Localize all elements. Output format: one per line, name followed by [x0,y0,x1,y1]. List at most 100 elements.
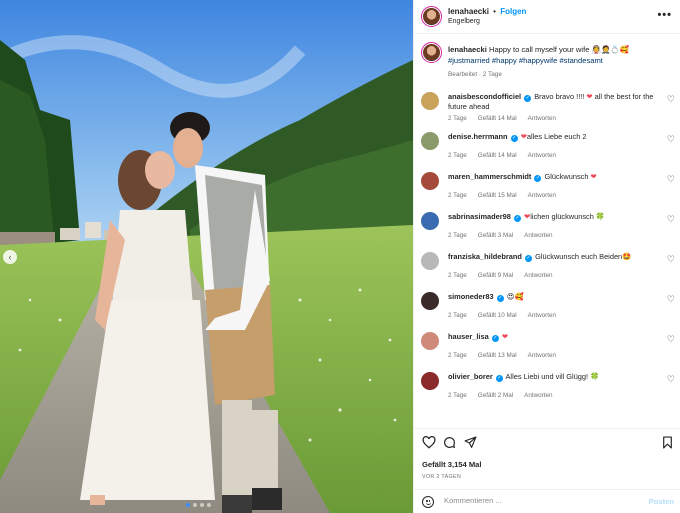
comment-like-count[interactable]: Gefällt 13 Mal [478,352,517,359]
paper-plane-icon[interactable] [464,436,477,449]
comment-body-rest: lichen glückwunsch 🍀 [530,212,606,221]
reply-button[interactable]: Antworten [524,272,552,279]
comment-age: 2 Tage [448,312,467,319]
comment-icon[interactable] [443,436,456,449]
post-location[interactable]: Engelberg [448,18,480,25]
reply-button[interactable]: Antworten [528,352,556,359]
comment-body: Glückwunsch [544,172,591,181]
comment-like-count[interactable]: Gefällt 2 Mal [478,392,513,399]
post-photo[interactable]: ‹ [0,0,413,513]
comment-emoji: 🍀 [590,372,600,381]
more-options-icon[interactable]: ••• [657,9,672,21]
comment-meta: 2 Tage Gefällt 14 Mal Antworten [448,115,567,122]
commenter-username[interactable]: simoneder83 [448,292,494,301]
comment-row: franziska_hildebrand ✓ Glückwunsch euch … [414,252,680,292]
like-count[interactable]: Gefällt 3,154 Mal [422,460,482,469]
comment-text: simoneder83 ✓ 😍🥰 [448,292,662,302]
comment-input[interactable] [444,496,624,505]
comment-meta: 2 Tage Gefällt 2 Mal Antworten [448,392,564,399]
comment-age: 2 Tage [448,352,467,359]
heart-icon[interactable]: ♡ [667,334,675,345]
commenter-username[interactable]: maren_hammerschmidt [448,172,531,181]
commenter-avatar[interactable] [421,292,439,310]
post-side-panel: lenahaecki • Folgen Engelberg ••• lenaha… [413,0,680,513]
author-username[interactable]: lenahaecki [448,7,489,16]
commenter-avatar[interactable] [421,252,439,270]
carousel-dot-active [186,503,190,507]
commenter-avatar-image [421,292,439,310]
comment-row: anaisbescondofficiel ✓ Bravo bravo !!!! … [414,92,680,132]
carousel-dot [207,503,211,507]
wedding-photo-illustration [0,0,413,513]
author-line: lenahaecki • Folgen [448,7,526,16]
comment-meta: 2 Tage Gefällt 13 Mal Antworten [448,352,567,359]
heart-icon[interactable]: ♡ [667,174,675,185]
commenter-avatar[interactable] [421,212,439,230]
comment-text: sabrinasimader98 ✓ ❤lichen glückwunsch 🍀 [448,212,662,222]
heart-icon[interactable] [422,436,436,449]
reply-button[interactable]: Antworten [524,232,552,239]
reply-button[interactable]: Antworten [528,312,556,319]
commenter-avatar[interactable] [421,172,439,190]
post-comment-button[interactable]: Posten [649,497,674,506]
comment-like-count[interactable]: Gefällt 14 Mal [478,115,517,122]
comment-body-rest: alles Liebe euch 2 [526,132,587,141]
commenter-avatar[interactable] [421,332,439,350]
comment-like-count[interactable]: Gefällt 14 Mal [478,152,517,159]
add-comment-bar: Posten [414,489,680,513]
author-avatar[interactable] [421,6,442,27]
commenter-avatar-image [421,172,439,190]
commenter-avatar[interactable] [421,92,439,110]
commenter-username[interactable]: olivier_borer [448,372,493,381]
caption-author-avatar[interactable] [421,42,442,63]
commenter-username[interactable]: hauser_lisa [448,332,489,341]
comment-meta: 2 Tage Gefällt 10 Mal Antworten [448,312,567,319]
comment-like-count[interactable]: Gefällt 9 Mal [478,272,513,279]
carousel-dot [193,503,197,507]
bookmark-icon[interactable] [662,436,673,449]
heart-icon[interactable]: ♡ [667,134,675,145]
comment-emoji: ❤ [590,172,597,181]
comment-like-count[interactable]: Gefällt 15 Mal [478,192,517,199]
comment-text: franziska_hildebrand ✓ Glückwunsch euch … [448,252,662,262]
post-header: lenahaecki • Folgen Engelberg ••• [414,0,680,34]
verified-badge-icon: ✓ [496,295,504,302]
comment-meta: 2 Tage Gefällt 14 Mal Antworten [448,152,567,159]
comment-meta: 2 Tage Gefällt 9 Mal Antworten [448,272,564,279]
commenter-avatar[interactable] [421,132,439,150]
commenter-username[interactable]: anaisbescondofficiel [448,92,521,101]
comment-row: denise.herrmann ✓ ❤alles Liebe euch 2 2 T… [414,132,680,172]
caption-username[interactable]: lenahaecki [448,45,487,54]
reply-button[interactable]: Antworten [528,152,556,159]
commenter-username[interactable]: franziska_hildebrand [448,252,522,261]
comment-like-count[interactable]: Gefällt 3 Mal [478,232,513,239]
commenter-avatar-image [421,132,439,150]
commenter-username[interactable]: denise.herrmann [448,132,508,141]
heart-icon[interactable]: ♡ [667,294,675,305]
verified-badge-icon: ✓ [524,95,532,102]
heart-icon[interactable]: ♡ [667,94,675,105]
commenter-avatar[interactable] [421,372,439,390]
comment-text: maren_hammerschmidt ✓ Glückwunsch ❤ [448,172,662,182]
caption-hashtags[interactable]: #justmarried #happy #happywife #standesa… [448,56,603,65]
comment-body: Glückwunsch euch Beiden [535,252,623,261]
heart-icon[interactable]: ♡ [667,214,675,225]
comment-meta: 2 Tage Gefällt 15 Mal Antworten [448,192,567,199]
heart-icon[interactable]: ♡ [667,254,675,265]
carousel-prev-button[interactable]: ‹ [3,250,17,264]
emoji-icon[interactable] [422,496,434,508]
comment-row: sabrinasimader98 ✓ ❤lichen glückwunsch 🍀… [414,212,680,252]
reply-button[interactable]: Antworten [528,115,556,122]
reply-button[interactable]: Antworten [528,192,556,199]
commenter-username[interactable]: sabrinasimader98 [448,212,511,221]
comment-age: 2 Tage [448,115,467,122]
heart-icon[interactable]: ♡ [667,374,675,385]
comment-like-count[interactable]: Gefällt 10 Mal [478,312,517,319]
commenter-avatar-image [421,332,439,350]
comments-scroll-area[interactable]: lenahaecki Happy to call myself your wif… [414,34,680,428]
reply-button[interactable]: Antworten [524,392,552,399]
comment-meta: 2 Tage Gefällt 3 Mal Antworten [448,232,564,239]
commenter-avatar-image [421,212,439,230]
follow-button[interactable]: Folgen [500,7,526,16]
post-actions: Gefällt 3,154 Mal VOR 2 TAGEN Posten [414,428,680,513]
